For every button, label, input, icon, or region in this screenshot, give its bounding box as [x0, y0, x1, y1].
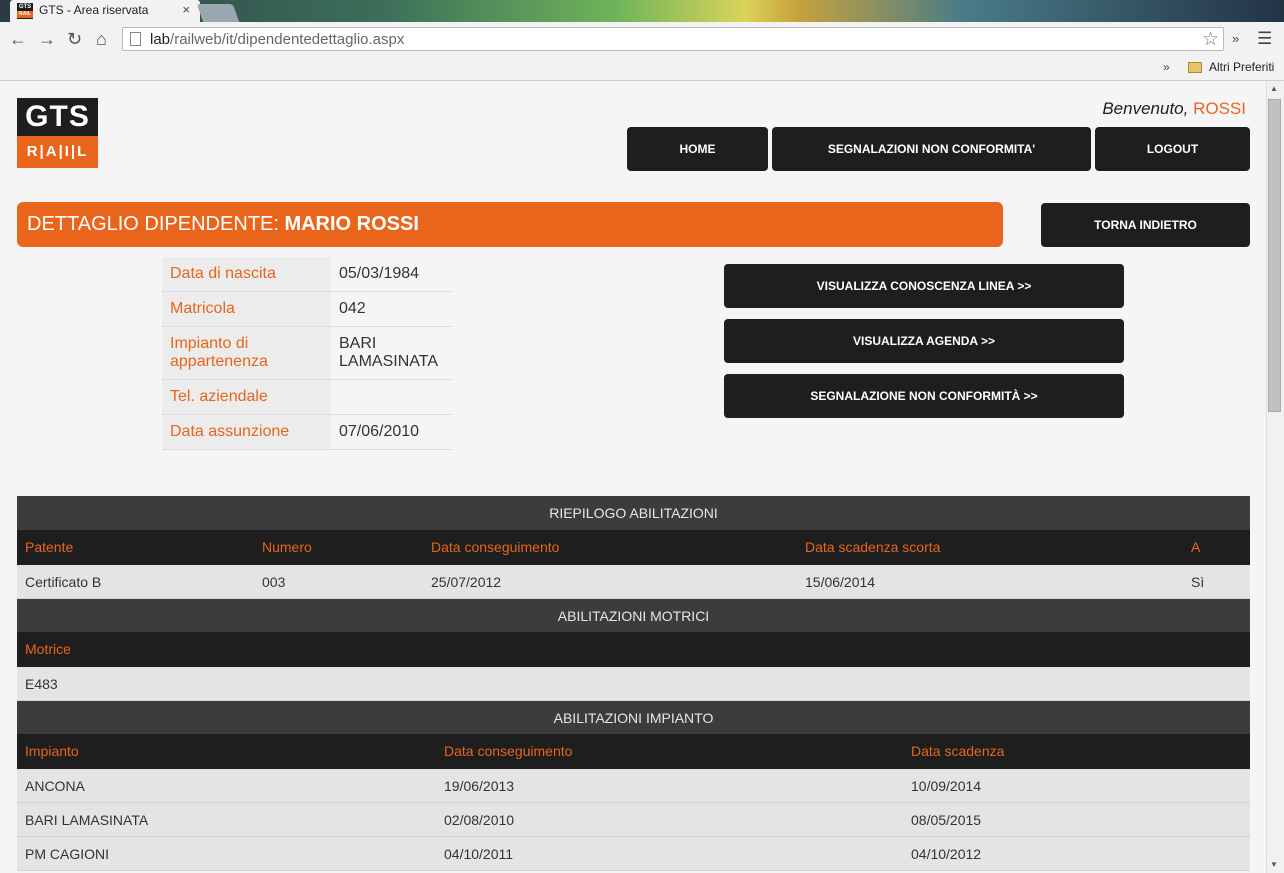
logo-rail-text: R|A|I|L	[17, 136, 98, 168]
scroll-up-icon[interactable]: ▲	[1270, 84, 1278, 93]
home-button[interactable]: HOME	[627, 127, 768, 171]
logo-gts-text: GTS	[25, 100, 90, 133]
welcome-text: Benvenuto, ROSSI	[1102, 99, 1246, 118]
motrici-header: ABILITAZIONI MOTRICI	[17, 599, 1250, 633]
logout-button[interactable]: LOGOUT	[1095, 127, 1250, 171]
back-arrow-icon[interactable]: ←	[9, 29, 27, 49]
table-row: ANCONA 19/06/2013 10/09/2014	[17, 769, 1250, 803]
table-row: BARI LAMASINATA 02/08/2010 08/05/2015	[17, 803, 1250, 837]
favicon-icon: GTS RAIL	[17, 3, 33, 19]
riepilogo-header: RIEPILOGO ABILITAZIONI	[17, 496, 1250, 530]
conoscenza-linea-button[interactable]: VISUALIZZA CONOSCENZA LINEA >>	[724, 264, 1124, 308]
browser-menu-icon[interactable]: ☰	[1257, 29, 1272, 49]
segnalazione-nc-button[interactable]: SEGNALAZIONE NON CONFORMITÀ >>	[724, 374, 1124, 418]
page-content: GTS R|A|I|L Benvenuto, ROSSI HOME SEGNAL…	[0, 81, 1266, 873]
riepilogo-columns: Patente Numero Data conseguimento Data s…	[17, 530, 1250, 565]
bookmarks-bar: » Altri Preferiti	[0, 57, 1284, 81]
scroll-down-icon[interactable]: ▼	[1270, 860, 1278, 869]
browser-tab-strip: GTS RAIL GTS - Area riservata ×	[0, 0, 1284, 22]
address-bar[interactable]: lab/railweb/it/dipendentedettaglio.aspx …	[122, 27, 1224, 51]
employee-info-table: Data di nascita 05/03/1984 Matricola 042 I…	[162, 257, 452, 450]
employee-name: MARIO ROSSI	[284, 213, 419, 235]
home-icon[interactable]: ⌂	[96, 29, 107, 49]
info-row-matricola: Matricola 042	[162, 291, 452, 327]
motrici-columns: Motrice	[17, 632, 1250, 667]
info-row-assunzione: Data assunzione 07/06/2010	[162, 414, 452, 450]
scrollbar-thumb[interactable]	[1268, 99, 1281, 412]
new-tab-button[interactable]	[196, 4, 240, 22]
info-row-impianto: Impianto di appartenenza BARI LAMASINATA	[162, 326, 452, 380]
tab-close-icon[interactable]: ×	[182, 2, 190, 17]
browser-tab[interactable]: GTS RAIL GTS - Area riservata ×	[10, 0, 200, 22]
agenda-button[interactable]: VISUALIZZA AGENDA >>	[724, 319, 1124, 363]
bookmark-folder-label[interactable]: Altri Preferiti	[1209, 60, 1274, 74]
forward-arrow-icon[interactable]: →	[38, 29, 56, 49]
back-button[interactable]: TORNA INDIETRO	[1041, 203, 1250, 247]
bookmark-star-icon[interactable]: ☆	[1202, 28, 1219, 51]
reload-icon[interactable]: ↻	[67, 29, 82, 49]
page-title: DETTAGLIO DIPENDENTE: MARIO ROSSI	[17, 202, 1003, 247]
table-row: E483	[17, 667, 1250, 701]
tab-title: GTS - Area riservata	[39, 3, 149, 17]
folder-icon[interactable]	[1188, 62, 1202, 73]
url-text[interactable]: lab/railweb/it/dipendentedettaglio.aspx	[150, 31, 404, 48]
info-row-dob: Data di nascita 05/03/1984	[162, 257, 452, 292]
impianto-header: ABILITAZIONI IMPIANTO	[17, 701, 1250, 735]
table-row: Certificato B 003 25/07/2012 15/06/2014 …	[17, 565, 1250, 599]
extensions-overflow-icon[interactable]: »	[1232, 31, 1239, 46]
table-row: PM CAGIONI 04/10/2011 04/10/2012	[17, 837, 1250, 871]
page-icon	[130, 32, 141, 46]
info-row-tel: Tel. aziendale	[162, 379, 452, 415]
segnalazioni-button[interactable]: SEGNALAZIONI NON CONFORMITA'	[772, 127, 1091, 171]
impianto-columns: Impianto Data conseguimento Data scadenz…	[17, 734, 1250, 769]
welcome-user: ROSSI	[1193, 99, 1246, 118]
bookmarks-overflow-icon[interactable]: »	[1163, 60, 1170, 74]
gts-rail-logo[interactable]: GTS R|A|I|L	[17, 98, 98, 168]
